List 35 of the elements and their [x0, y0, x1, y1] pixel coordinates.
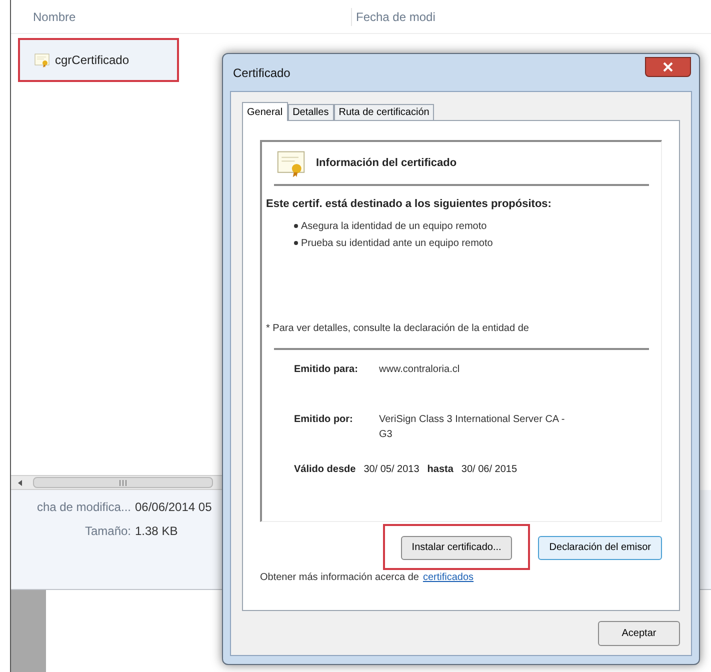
purpose-item: Prueba su identidad ante un equipo remoto: [301, 236, 493, 250]
tab[interactable]: Ruta de certificación: [334, 104, 434, 120]
certificate-icon: [34, 52, 50, 68]
valid-to-date: 30/ 06/ 2015: [461, 462, 518, 476]
detail-label: Tamaño:: [84, 523, 131, 540]
valid-to-label: hasta: [427, 462, 454, 476]
info-text: Obtener más información acerca de: [260, 570, 419, 584]
dialog-heading: Información del certificado: [316, 156, 457, 171]
column-header[interactable]: Nombre: [33, 8, 351, 26]
field-label: Emitido para:: [294, 362, 359, 376]
field-value: www.contraloria.cl: [379, 362, 461, 376]
purpose-item: Asegura la identidad de un equipo remoto: [301, 220, 487, 234]
field-value: VeriSign Class 3 International Server CA - G3: [379, 412, 566, 442]
column-header[interactable]: Fecha de modi: [351, 8, 436, 26]
certificates-link[interactable]: certificados: [422, 570, 474, 584]
scroll-grip-icon: [119, 480, 127, 486]
detail-value: 06/06/2014 05: [135, 499, 212, 516]
purposes-title: Este certif. está destinado a los siguientes propósitos:: [266, 197, 552, 212]
dialog-button[interactable]: Instalar certificado...: [400, 536, 512, 560]
valid-from-label: Válido desde: [294, 462, 356, 476]
bullet-icon: [294, 241, 298, 245]
field-label: Emitido por:: [294, 412, 354, 426]
footnote: * Para ver detalles, consulte la declaración de la entidad de: [266, 322, 530, 336]
tab[interactable]: Detalles: [288, 104, 334, 120]
tab[interactable]: General: [242, 102, 288, 121]
dialog-button[interactable]: Declaración del emisor: [538, 536, 662, 560]
close-icon: [663, 62, 673, 72]
valid-from-date: 30/ 05/ 2013: [364, 462, 420, 476]
bullet-icon: [294, 224, 298, 228]
detail-value: 1.38 KB: [135, 523, 178, 540]
file-item[interactable]: cgrCertificado: [18, 38, 179, 82]
window-title: Certificado: [233, 64, 290, 82]
detail-label: cha de modifica...: [36, 499, 131, 516]
ok-button[interactable]: Aceptar: [598, 620, 680, 646]
close-button[interactable]: [645, 56, 691, 76]
